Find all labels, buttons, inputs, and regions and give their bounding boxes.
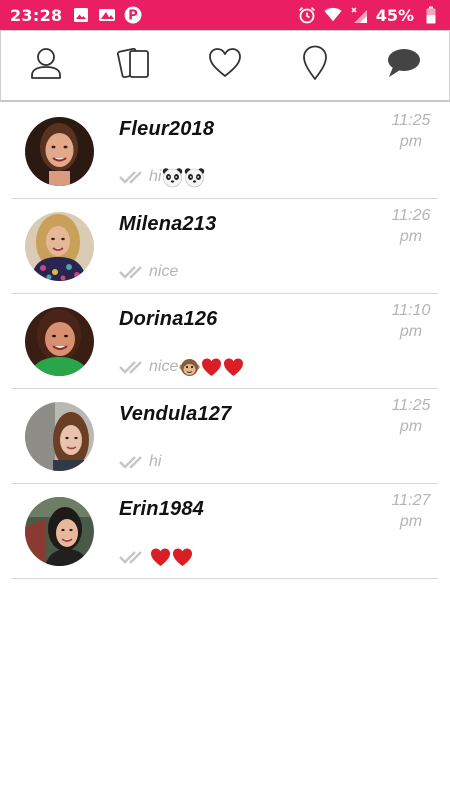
heart-emoji-icon	[223, 357, 244, 378]
chat-preview	[118, 546, 193, 568]
double-check-icon	[118, 359, 148, 375]
chat-bubble-icon	[385, 46, 423, 85]
avatar	[25, 307, 94, 376]
chat-time-value: 11:26	[391, 207, 431, 224]
chat-row[interactable]: Dorina126 11:10 pm nice	[12, 294, 438, 389]
double-check-icon	[118, 169, 148, 185]
heart-emoji-icon	[150, 547, 171, 568]
chat-time-period: pm	[399, 228, 423, 245]
status-time: 23:28	[10, 5, 63, 25]
chat-time-value: 11:27	[391, 492, 431, 509]
wifi-icon	[324, 6, 342, 24]
chat-name: Dorina126	[119, 308, 218, 330]
photos-icon	[98, 6, 116, 24]
chat-name: Fleur2018	[119, 118, 215, 140]
chat-preview: hi	[118, 451, 161, 473]
p-app-icon: P	[124, 6, 142, 24]
signal-icon	[350, 6, 368, 24]
battery-percent: 45%	[375, 5, 414, 25]
status-bar: 23:28 P 45%	[0, 0, 450, 30]
image-icon	[72, 6, 90, 24]
tab-profile[interactable]	[16, 36, 76, 96]
double-check-icon	[118, 264, 148, 280]
user-icon	[28, 45, 64, 86]
preview-text: hi	[149, 453, 162, 470]
status-right-icons: 45%	[298, 6, 440, 25]
chat-preview: hi	[118, 166, 205, 188]
chat-name: Milena213	[119, 213, 217, 235]
panda-icon	[162, 167, 183, 188]
cards-icon	[116, 45, 154, 86]
avatar	[25, 497, 94, 566]
chat-time: 11:25 pm	[386, 110, 436, 152]
chat-time-period: pm	[399, 323, 423, 340]
chat-time-period: pm	[399, 133, 423, 150]
chat-time: 11:25 pm	[386, 395, 436, 437]
status-left-icons: P	[72, 6, 142, 24]
chat-name: Vendula127	[119, 403, 232, 425]
chat-time-period: pm	[399, 513, 423, 530]
tab-messages[interactable]	[374, 36, 434, 96]
heart-emoji-icon	[172, 547, 193, 568]
preview-text: hi	[149, 168, 162, 185]
chat-row[interactable]: Fleur2018 11:25 pm hi	[12, 104, 438, 199]
double-check-icon	[118, 549, 148, 565]
avatar	[25, 212, 94, 281]
heart-icon	[207, 46, 243, 85]
chat-time: 11:26 pm	[386, 205, 436, 247]
location-pin-icon	[300, 44, 330, 87]
avatar	[25, 117, 94, 186]
avatar	[25, 402, 94, 471]
tab-bar	[0, 30, 450, 102]
svg-text:P: P	[129, 9, 139, 24]
tab-cards[interactable]	[105, 36, 165, 96]
chat-preview: nice	[118, 356, 244, 378]
chat-time: 11:27 pm	[386, 490, 436, 532]
panda-icon	[184, 167, 205, 188]
alarm-icon	[298, 6, 316, 24]
chat-row[interactable]: Milena213 11:26 pm nice	[12, 199, 438, 294]
preview-text: nice	[149, 358, 179, 375]
chat-time-value: 11:25	[391, 397, 431, 414]
chat-time-value: 11:10	[391, 302, 431, 319]
chat-time-period: pm	[399, 418, 423, 435]
chat-row[interactable]: Erin1984 11:27 pm	[12, 484, 438, 579]
heart-emoji-icon	[201, 357, 222, 378]
chat-name: Erin1984	[119, 498, 204, 520]
monkey-icon	[179, 357, 200, 378]
preview-text: nice	[149, 263, 179, 280]
chat-preview: nice	[118, 261, 178, 283]
chat-time: 11:10 pm	[386, 300, 436, 342]
chat-time-value: 11:25	[391, 112, 431, 129]
chat-list: Fleur2018 11:25 pm hi Milena213 11:26 pm…	[0, 104, 450, 579]
tab-likes[interactable]	[195, 36, 255, 96]
tab-location[interactable]	[285, 36, 345, 96]
double-check-icon	[118, 454, 148, 470]
battery-icon	[422, 6, 440, 24]
chat-row[interactable]: Vendula127 11:25 pm hi	[12, 389, 438, 484]
